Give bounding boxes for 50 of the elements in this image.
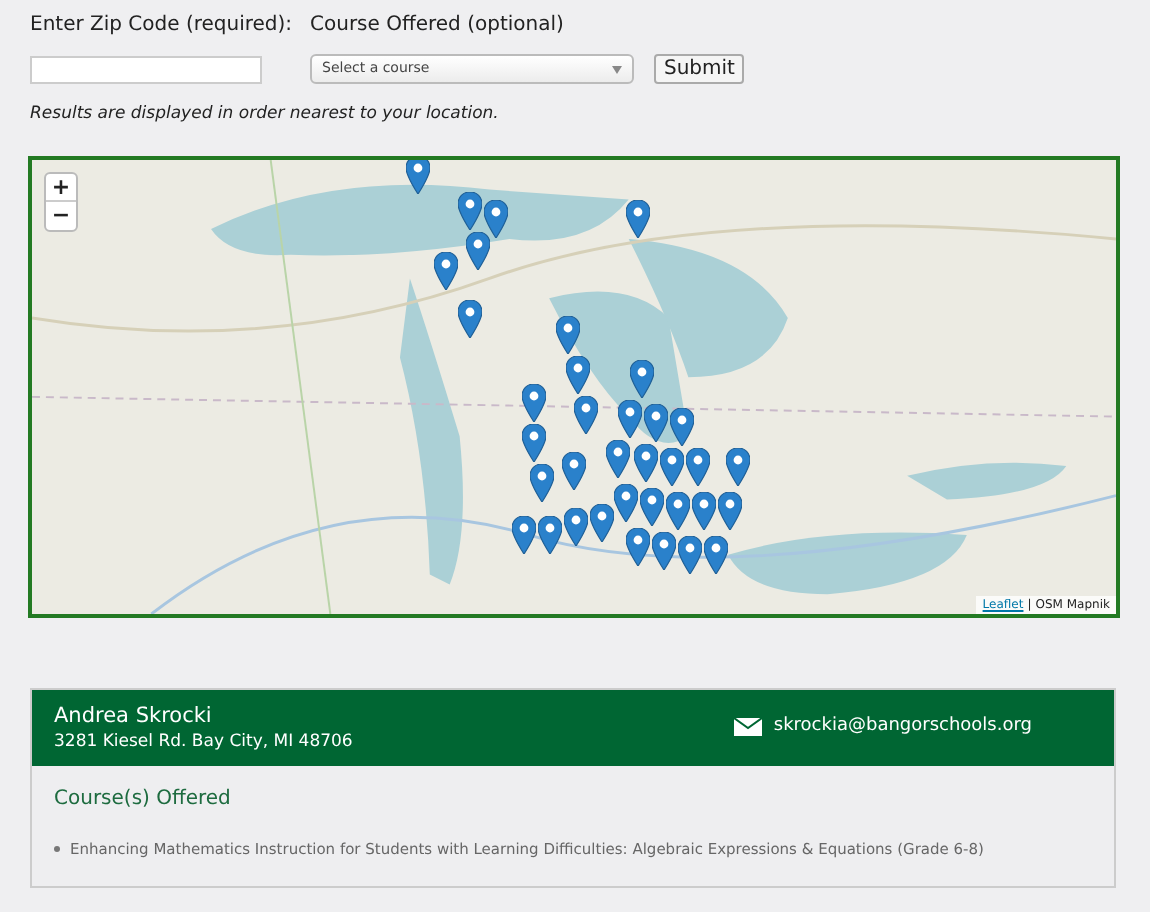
submit-button[interactable]: Submit — [654, 54, 745, 84]
map-marker-icon[interactable] — [522, 423, 546, 462]
courses-heading: Course(s) Offered — [54, 785, 233, 814]
map-marker-icon[interactable] — [660, 447, 684, 486]
map-marker-icon[interactable] — [466, 231, 490, 270]
map-marker-icon[interactable] — [726, 447, 750, 486]
map-marker-icon[interactable] — [718, 491, 742, 530]
map-marker-icon[interactable] — [458, 299, 482, 338]
map-marker-icon[interactable] — [606, 439, 630, 478]
map-marker-icon[interactable] — [634, 443, 658, 482]
teacher-name: Andrea Skrocki — [54, 701, 214, 730]
map-marker-icon[interactable] — [652, 531, 676, 570]
course-label: Course Offered (optional) — [310, 12, 566, 40]
teacher-address: 3281 Kiesel Rd. Bay City, MI 48706 — [54, 729, 353, 754]
map-marker-icon[interactable] — [562, 451, 586, 490]
map-marker-icon[interactable] — [556, 315, 580, 354]
map-marker-icon[interactable] — [704, 535, 728, 574]
map-marker-icon[interactable] — [566, 355, 590, 394]
map-marker-icon[interactable] — [590, 503, 614, 542]
map-marker-icon[interactable] — [512, 515, 536, 554]
map-marker-icon[interactable] — [538, 515, 562, 554]
map-marker-icon[interactable] — [522, 383, 546, 422]
map-marker-icon[interactable] — [564, 507, 588, 546]
map-marker-icon[interactable] — [574, 395, 598, 434]
map-marker-icon[interactable] — [692, 491, 716, 530]
map-marker-icon[interactable] — [406, 159, 430, 194]
email-link[interactable]: skrockia@bangorschools.org — [773, 714, 1032, 741]
map-marker-icon[interactable] — [686, 447, 710, 486]
map-marker-icon[interactable] — [640, 487, 664, 526]
map-marker-icon[interactable] — [626, 199, 650, 238]
map-marker-icon[interactable] — [670, 407, 694, 446]
bullet-icon — [54, 845, 60, 852]
zip-label: Enter Zip Code (required): — [30, 12, 295, 40]
map-marker-icon[interactable] — [484, 199, 508, 238]
map-marker-icon[interactable] — [434, 251, 458, 290]
zoom-in-button[interactable]: + — [46, 173, 76, 202]
map-marker-icon[interactable] — [458, 191, 482, 230]
results-note: Results are displayed in order nearest to your location. — [28, 102, 501, 128]
envelope-icon — [733, 718, 762, 737]
map-marker-icon[interactable] — [630, 359, 654, 398]
map-marker-icon[interactable] — [530, 463, 554, 502]
map-marker-icon[interactable] — [678, 535, 702, 574]
caret-icon — [612, 65, 622, 73]
zoom-out-button[interactable]: − — [46, 201, 76, 230]
map-marker-icon[interactable] — [614, 483, 638, 522]
map-marker-icon[interactable] — [626, 527, 650, 566]
zip-field[interactable] — [30, 56, 262, 84]
map-marker-icon[interactable] — [666, 491, 690, 530]
map-marker-icon[interactable] — [644, 403, 668, 442]
map-marker-icon[interactable] — [618, 399, 642, 438]
